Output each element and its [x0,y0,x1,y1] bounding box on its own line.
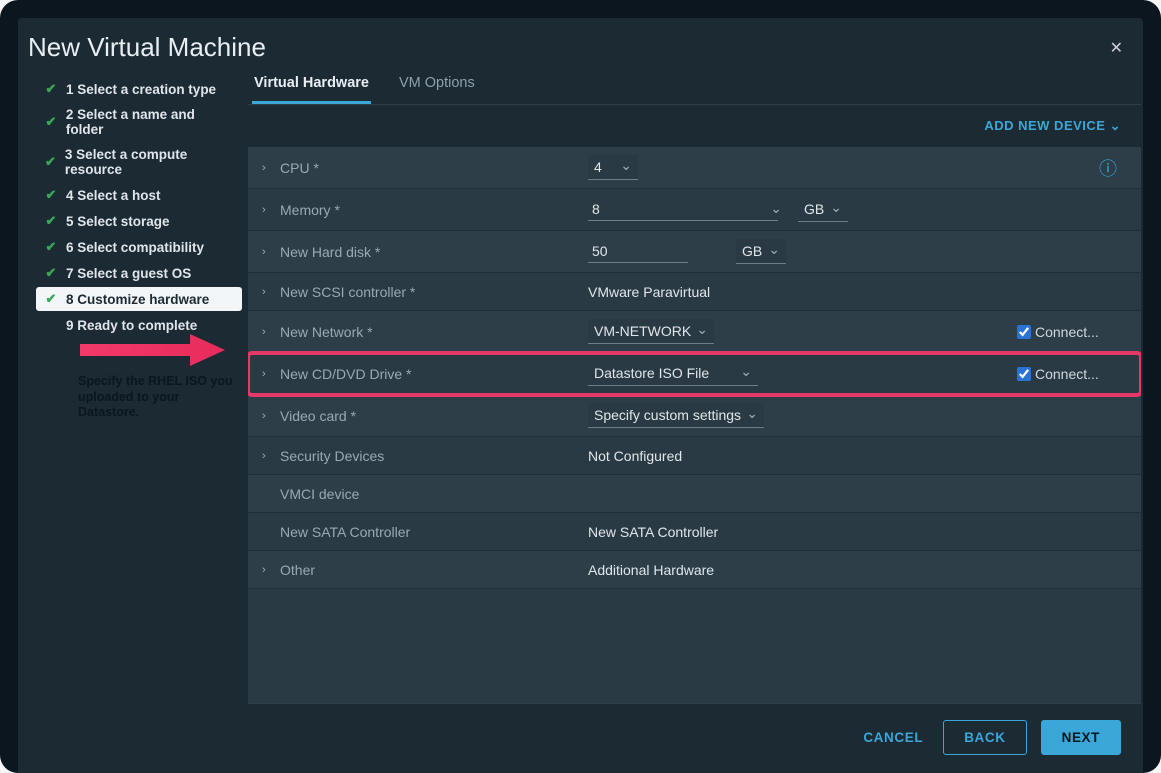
label-vmci: VMCI device [280,486,580,502]
dialog-title: New Virtual Machine [28,32,266,63]
value-scsi: VMware Paravirtual [588,284,1127,300]
check-icon: ✔ [44,114,58,130]
label-network: New Network * [280,324,580,340]
value-security: Not Configured [588,448,1127,464]
check-icon: ✔ [44,187,58,203]
wizard-step-9[interactable]: ✔9 Ready to complete [36,313,242,337]
check-icon: ✔ [44,213,58,229]
tab-bar: Virtual Hardware VM Options [248,67,1141,105]
chevron-right-icon[interactable]: › [262,564,272,576]
value-other: Additional Hardware [588,562,1127,578]
label-memory: Memory * [280,202,580,218]
info-icon[interactable]: ⓘ [1099,155,1117,181]
chevron-right-icon[interactable]: › [262,286,272,298]
wizard-step-1[interactable]: ✔1 Select a creation type [36,77,242,101]
network-select[interactable]: VM-NETWORK [588,319,714,344]
wizard-step-4[interactable]: ✔4 Select a host [36,183,242,207]
label-security: Security Devices [280,448,580,464]
row-cd-dvd: › New CD/DVD Drive * Datastore ISO File … [248,353,1141,395]
chevron-right-icon[interactable]: › [262,162,272,174]
dialog-footer: CANCEL BACK NEXT [248,703,1141,773]
label-scsi: New SCSI controller * [280,284,580,300]
row-other: › Other Additional Hardware [248,551,1141,589]
label-cpu: CPU * [280,160,580,176]
close-icon[interactable]: ✕ [1110,38,1123,58]
memory-unit-select[interactable]: GB [798,197,848,222]
wizard-step-2[interactable]: ✔2 Select a name and folder [36,103,242,141]
network-connect-label: Connect... [1035,324,1099,340]
row-network: › New Network * VM-NETWORK Connect... [248,311,1141,353]
video-select[interactable]: Specify custom settings [588,403,764,428]
wizard-step-5[interactable]: ✔5 Select storage [36,209,242,233]
label-video: Video card * [280,408,580,424]
row-vmci: › VMCI device [248,475,1141,513]
label-cddvd: New CD/DVD Drive * [280,366,580,382]
check-icon: ✔ [44,81,58,97]
annotation-text: Specify the RHEL ISO you uploaded to you… [78,374,238,421]
wizard-step-3[interactable]: ✔3 Select a compute resource [36,143,242,181]
label-sata: New SATA Controller [280,524,580,540]
label-disk: New Hard disk * [280,244,580,260]
network-connect-checkbox[interactable] [1017,325,1031,339]
value-sata: New SATA Controller [588,524,1127,540]
disk-size-input[interactable] [588,240,688,263]
tab-vm-options[interactable]: VM Options [397,67,477,104]
row-video: › Video card * Specify custom settings [248,395,1141,437]
row-hard-disk: › New Hard disk * GB [248,231,1141,273]
cancel-button[interactable]: CANCEL [857,722,929,753]
row-scsi: › New SCSI controller * VMware Paravirtu… [248,273,1141,311]
chevron-down-icon: ⌄ [1110,118,1121,133]
cpu-select[interactable]: 4 [588,155,638,180]
chevron-right-icon[interactable]: › [262,368,272,380]
chevron-right-icon[interactable]: › [262,246,272,258]
chevron-right-icon[interactable]: › [262,450,272,462]
check-icon: ✔ [44,239,58,255]
row-sata: › New SATA Controller New SATA Controlle… [248,513,1141,551]
disk-unit-select[interactable]: GB [736,239,786,264]
tab-virtual-hardware[interactable]: Virtual Hardware [252,67,371,104]
next-button[interactable]: NEXT [1041,720,1121,755]
check-icon: ✔ [44,265,58,281]
chevron-right-icon[interactable]: › [262,326,272,338]
wizard-step-7[interactable]: ✔7 Select a guest OS [36,261,242,285]
chevron-right-icon[interactable]: › [262,410,272,422]
back-button[interactable]: BACK [943,720,1026,755]
row-cpu: › CPU * 4 ⓘ [248,147,1141,189]
check-icon: ✔ [44,154,57,170]
memory-input[interactable] [588,198,778,221]
check-icon: ✔ [44,291,58,307]
cddvd-connect-label: Connect... [1035,366,1099,382]
chevron-right-icon[interactable]: › [262,204,272,216]
row-security: › Security Devices Not Configured [248,437,1141,475]
cddvd-connect-checkbox[interactable] [1017,367,1031,381]
row-memory: › Memory * GB [248,189,1141,231]
wizard-step-8[interactable]: ✔8 Customize hardware [36,287,242,311]
label-other: Other [280,562,580,578]
cddvd-select[interactable]: Datastore ISO File [588,361,758,386]
wizard-step-6[interactable]: ✔6 Select compatibility [36,235,242,259]
hardware-list: › CPU * 4 ⓘ › Memory * GB [248,147,1141,703]
add-new-device-button[interactable]: ADD NEW DEVICE ⌄ [984,118,1121,133]
